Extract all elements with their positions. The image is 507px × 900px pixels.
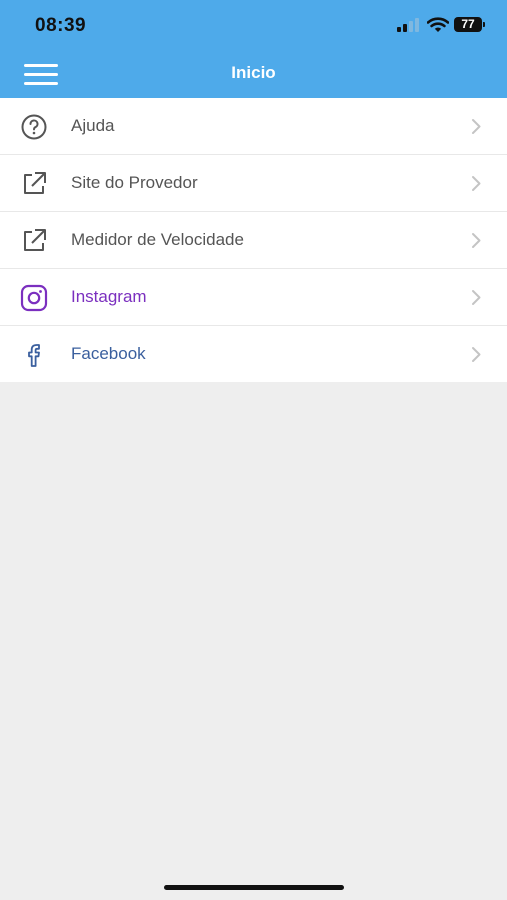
chevron-right-icon (472, 347, 481, 362)
chevron-right-icon (472, 290, 481, 305)
chevron-right-icon (472, 176, 481, 191)
battery-level: 77 (454, 17, 482, 32)
menu-item-label: Instagram (71, 287, 147, 306)
wifi-icon (427, 17, 449, 32)
menu-item-instagram[interactable]: Instagram (0, 269, 507, 326)
facebook-icon (28, 344, 40, 367)
menu-item-label: Site do Provedor (71, 173, 198, 192)
chevron-right-icon (472, 233, 481, 248)
menu-item-medidor-de-velocidade[interactable]: Medidor de Velocidade (0, 212, 507, 269)
app-header: 08:39 77 Inicio (0, 0, 507, 98)
chevron-right-icon (472, 119, 481, 134)
menu-item-label: Ajuda (71, 116, 115, 135)
status-bar: 08:39 77 (0, 0, 507, 48)
cellular-signal-icon (397, 18, 419, 32)
home-indicator[interactable] (164, 885, 344, 890)
external-link-icon (24, 172, 46, 194)
menu-item-label: Facebook (71, 344, 146, 363)
menu-item-facebook[interactable]: Facebook (0, 326, 507, 382)
menu-item-site-do-provedor[interactable]: Site do Provedor (0, 155, 507, 212)
menu-item-label: Medidor de Velocidade (71, 230, 244, 249)
status-time: 08:39 (35, 15, 87, 36)
external-link-icon (24, 229, 46, 251)
help-circle-icon (21, 114, 47, 140)
battery-icon: 77 (454, 17, 488, 34)
menu-list: Ajuda Site do Provedor Medidor de Veloci… (0, 98, 507, 382)
menu-item-ajuda[interactable]: Ajuda (0, 98, 507, 155)
instagram-icon (20, 284, 48, 312)
page-title: Inicio (231, 63, 276, 82)
